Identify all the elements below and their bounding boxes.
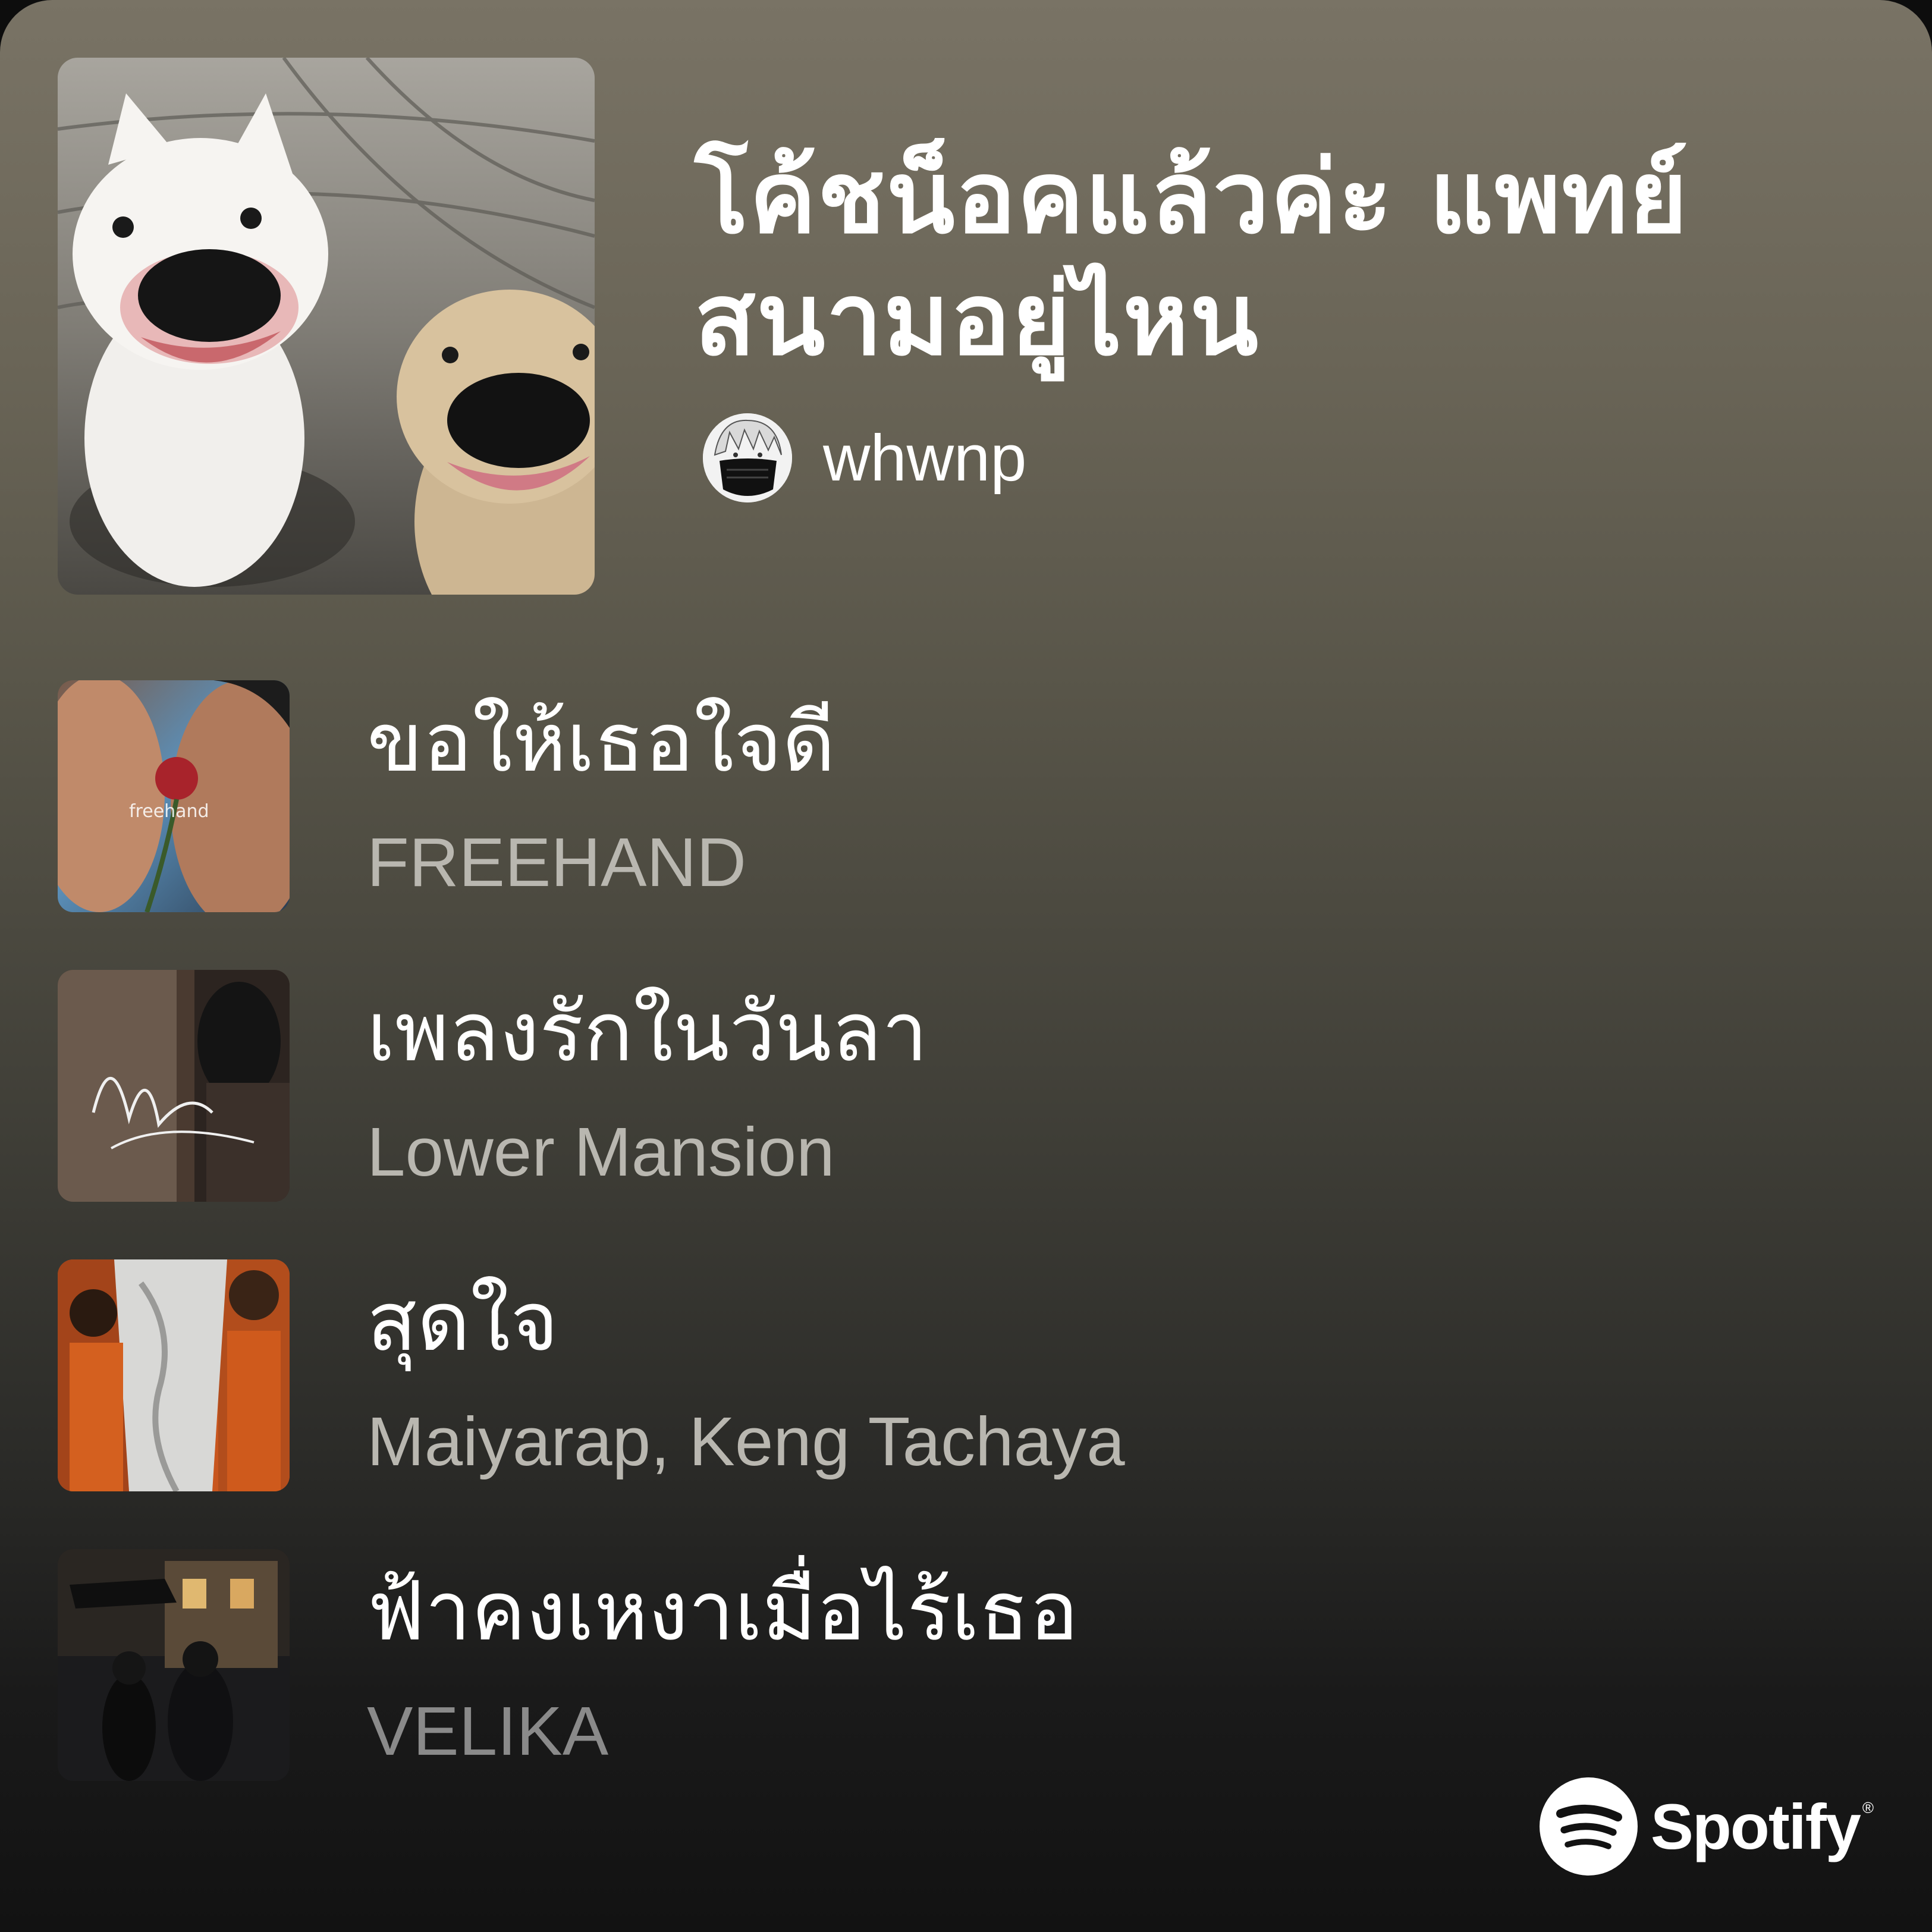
track-title: ขอให้เธอใจดี	[367, 695, 835, 790]
track-list: freehand ขอให้เธอใจดี FREEHAND เพลงรักใน…	[58, 680, 1871, 1839]
track-row[interactable]: ฟ้าคงเหงาเมื่อไร้เธอ VELIKA	[58, 1549, 1871, 1781]
album-cover-lower-mansion-icon	[58, 970, 290, 1202]
playlist-cover-image[interactable]	[58, 58, 595, 595]
owner-avatar[interactable]	[703, 413, 792, 502]
track-title: ฟ้าคงเหงาเมื่อไร้เธอ	[367, 1563, 1079, 1659]
album-cover-velika-icon	[58, 1549, 290, 1781]
spotify-logo[interactable]: Spotify ®	[1539, 1777, 1874, 1876]
spotify-wordmark-text: Spotify	[1650, 1790, 1861, 1862]
spotify-icon	[1539, 1777, 1638, 1876]
track-row[interactable]: สุดใจ Maiyarap, Keng Tachaya	[58, 1259, 1871, 1491]
playlist-title: โค้ชน็อคแล้วค่ะ แพทย์ สนามอยู่ไหน	[695, 137, 1824, 381]
spotify-wordmark: Spotify ®	[1650, 1789, 1874, 1864]
playlist-owner[interactable]: whwnp	[703, 413, 1026, 502]
owner-name[interactable]: whwnp	[823, 420, 1026, 496]
track-row[interactable]: เพลงรักในวันลา Lower Mansion	[58, 970, 1871, 1202]
svg-text:freehand: freehand	[129, 801, 209, 822]
track-artist[interactable]: VELIKA	[367, 1689, 608, 1773]
playlist-title-line-1: โค้ชน็อคแล้วค่ะ แพทย์	[695, 139, 1689, 256]
track-title: สุดใจ	[367, 1274, 559, 1369]
album-cover-freehand-icon: freehand	[58, 680, 290, 912]
track-artist[interactable]: FREEHAND	[367, 821, 746, 904]
playlist-share-card: โค้ชน็อคแล้วค่ะ แพทย์ สนามอยู่ไหน whwnp	[0, 0, 1932, 1932]
track-artist[interactable]: Lower Mansion	[367, 1110, 835, 1193]
track-title: เพลงรักในวันลา	[367, 984, 928, 1080]
playlist-title-line-2: สนามอยู่ไหน	[695, 261, 1259, 378]
album-cover-maiyarap-icon	[58, 1259, 290, 1491]
track-row[interactable]: freehand ขอให้เธอใจดี FREEHAND	[58, 680, 1871, 912]
trademark-symbol: ®	[1862, 1799, 1874, 1817]
track-artist[interactable]: Maiyarap, Keng Tachaya	[367, 1400, 1125, 1483]
